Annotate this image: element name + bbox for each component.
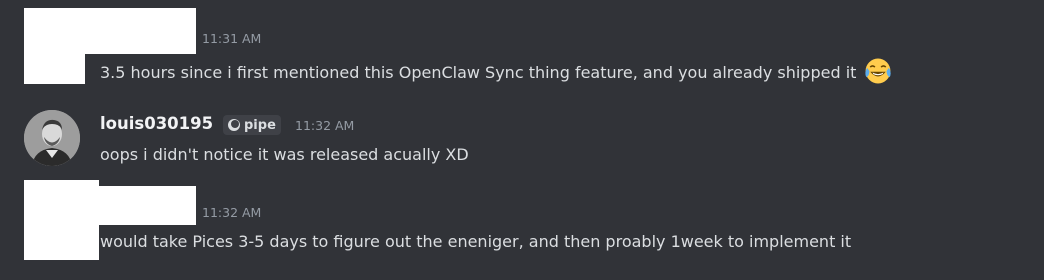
message-timestamp: 11:31 AM	[202, 31, 262, 46]
message-content: oops i didn't notice it was released acu…	[100, 145, 469, 165]
redacted-username	[24, 8, 196, 54]
message-content: 3.5 hours since i first mentioned this O…	[100, 57, 892, 85]
message-text: oops i didn't notice it was released acu…	[100, 145, 469, 164]
message-timestamp: 11:32 AM	[295, 118, 355, 133]
pipe-tag-icon	[228, 119, 240, 131]
server-tag-badge[interactable]: pipe	[223, 115, 281, 135]
message-text: would take Pices 3-5 days to figure out …	[100, 232, 852, 251]
message-timestamp: 11:32 AM	[202, 205, 262, 220]
username[interactable]: louis030195	[100, 114, 213, 133]
message-text: 3.5 hours since i first mentioned this O…	[100, 63, 857, 82]
redacted-username	[24, 186, 196, 225]
avatar[interactable]	[24, 110, 80, 166]
user-photo	[24, 110, 80, 166]
joy-emoji	[864, 58, 891, 84]
server-tag-label: pipe	[244, 117, 276, 133]
message-content: would take Pices 3-5 days to figure out …	[100, 232, 851, 252]
